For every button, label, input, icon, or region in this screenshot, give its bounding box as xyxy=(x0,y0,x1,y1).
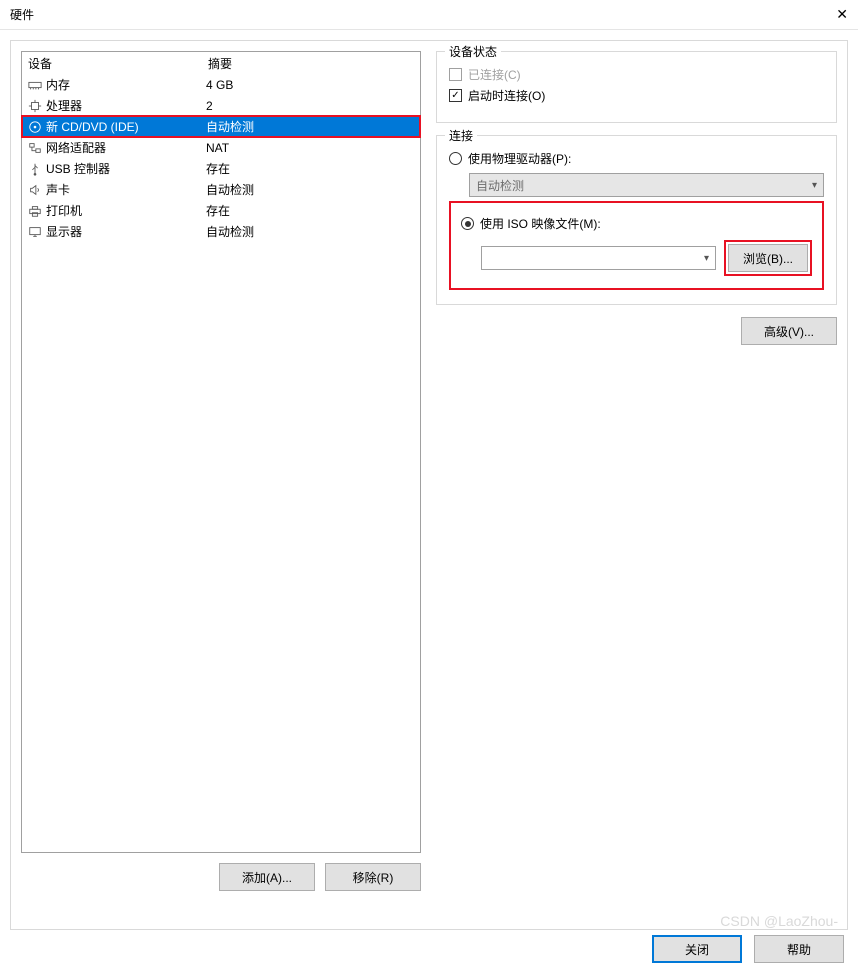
connect-on-power-checkbox[interactable] xyxy=(449,89,462,102)
device-buttons: 添加(A)... 移除(R) xyxy=(21,863,421,891)
device-row[interactable]: 内存4 GB xyxy=(22,74,420,95)
network-icon xyxy=(26,141,44,155)
device-label: USB 控制器 xyxy=(44,160,202,177)
device-row[interactable]: 显示器自动检测 xyxy=(22,221,420,242)
header-device[interactable]: 设备 xyxy=(22,53,202,74)
connected-checkbox xyxy=(449,68,462,81)
device-summary: 存在 xyxy=(202,202,420,219)
remove-button[interactable]: 移除(R) xyxy=(325,863,421,891)
physical-drive-combobox: 自动检测 ▾ xyxy=(469,173,824,197)
iso-path-combobox[interactable]: ▾ xyxy=(481,246,716,270)
device-status-legend: 设备状态 xyxy=(445,43,501,60)
device-summary: 自动检测 xyxy=(202,118,420,135)
connected-checkbox-row: 已连接(C) xyxy=(449,66,824,83)
right-panel: 设备状态 已连接(C) 启动时连接(O) 连接 使用物理驱动器(P): 自动检测… xyxy=(436,51,837,919)
sound-icon xyxy=(26,183,44,197)
display-icon xyxy=(26,225,44,239)
close-icon[interactable]: ✕ xyxy=(836,6,848,23)
advanced-row: 高级(V)... xyxy=(436,317,837,345)
device-label: 打印机 xyxy=(44,202,202,219)
connected-label: 已连接(C) xyxy=(468,66,521,83)
device-label: 显示器 xyxy=(44,223,202,240)
device-status-group: 设备状态 已连接(C) 启动时连接(O) xyxy=(436,51,837,123)
add-button[interactable]: 添加(A)... xyxy=(219,863,315,891)
titlebar: 硬件 ✕ xyxy=(0,0,858,30)
advanced-button[interactable]: 高级(V)... xyxy=(741,317,837,345)
connection-group: 连接 使用物理驱动器(P): 自动检测 ▾ 使用 ISO 映像文件(M): xyxy=(436,135,837,305)
device-summary: NAT xyxy=(202,141,420,155)
device-row[interactable]: 声卡自动检测 xyxy=(22,179,420,200)
connection-legend: 连接 xyxy=(445,127,477,144)
header-summary[interactable]: 摘要 xyxy=(202,53,420,74)
iso-path-row: ▾ 浏览(B)... xyxy=(481,240,812,276)
cpu-icon xyxy=(26,99,44,113)
main-panel: 设备 摘要 内存4 GB处理器2新 CD/DVD (IDE)自动检测网络适配器N… xyxy=(10,40,848,930)
device-list: 设备 摘要 内存4 GB处理器2新 CD/DVD (IDE)自动检测网络适配器N… xyxy=(21,51,421,853)
device-row[interactable]: USB 控制器存在 xyxy=(22,158,420,179)
device-label: 处理器 xyxy=(44,97,202,114)
device-summary: 存在 xyxy=(202,160,420,177)
window-title: 硬件 xyxy=(10,6,34,23)
device-summary: 2 xyxy=(202,99,420,113)
device-label: 网络适配器 xyxy=(44,139,202,156)
physical-drive-value: 自动检测 xyxy=(476,177,524,194)
device-summary: 4 GB xyxy=(202,78,420,92)
device-row[interactable]: 网络适配器NAT xyxy=(22,137,420,158)
device-label: 声卡 xyxy=(44,181,202,198)
device-label: 新 CD/DVD (IDE) xyxy=(44,118,202,135)
chevron-down-icon[interactable]: ▾ xyxy=(704,253,709,264)
browse-button[interactable]: 浏览(B)... xyxy=(728,244,808,272)
iso-radio-row[interactable]: 使用 ISO 映像文件(M): xyxy=(461,215,812,232)
browse-highlight: 浏览(B)... xyxy=(724,240,812,276)
device-label: 内存 xyxy=(44,76,202,93)
usb-icon xyxy=(26,162,44,176)
iso-radio[interactable] xyxy=(461,217,474,230)
cd-icon xyxy=(26,120,44,134)
device-row[interactable]: 处理器2 xyxy=(22,95,420,116)
printer-icon xyxy=(26,204,44,218)
help-button[interactable]: 帮助 xyxy=(754,935,844,963)
physical-drive-label: 使用物理驱动器(P): xyxy=(468,150,571,167)
device-summary: 自动检测 xyxy=(202,181,420,198)
memory-icon xyxy=(26,78,44,92)
device-summary: 自动检测 xyxy=(202,223,420,240)
device-row[interactable]: 新 CD/DVD (IDE)自动检测 xyxy=(22,116,420,137)
connect-on-power-label: 启动时连接(O) xyxy=(468,87,545,104)
iso-label: 使用 ISO 映像文件(M): xyxy=(480,215,601,232)
physical-drive-radio-row[interactable]: 使用物理驱动器(P): xyxy=(449,150,824,167)
chevron-down-icon: ▾ xyxy=(812,180,817,191)
physical-drive-combo-wrap: 自动检测 ▾ xyxy=(469,173,824,197)
iso-highlight-box: 使用 ISO 映像文件(M): ▾ 浏览(B)... xyxy=(449,201,824,290)
left-panel: 设备 摘要 内存4 GB处理器2新 CD/DVD (IDE)自动检测网络适配器N… xyxy=(21,51,421,919)
physical-drive-radio[interactable] xyxy=(449,152,462,165)
close-button[interactable]: 关闭 xyxy=(652,935,742,963)
footer-buttons: 关闭 帮助 xyxy=(652,935,844,963)
device-list-header: 设备 摘要 xyxy=(22,52,420,74)
connect-on-power-row[interactable]: 启动时连接(O) xyxy=(449,87,824,104)
device-row[interactable]: 打印机存在 xyxy=(22,200,420,221)
